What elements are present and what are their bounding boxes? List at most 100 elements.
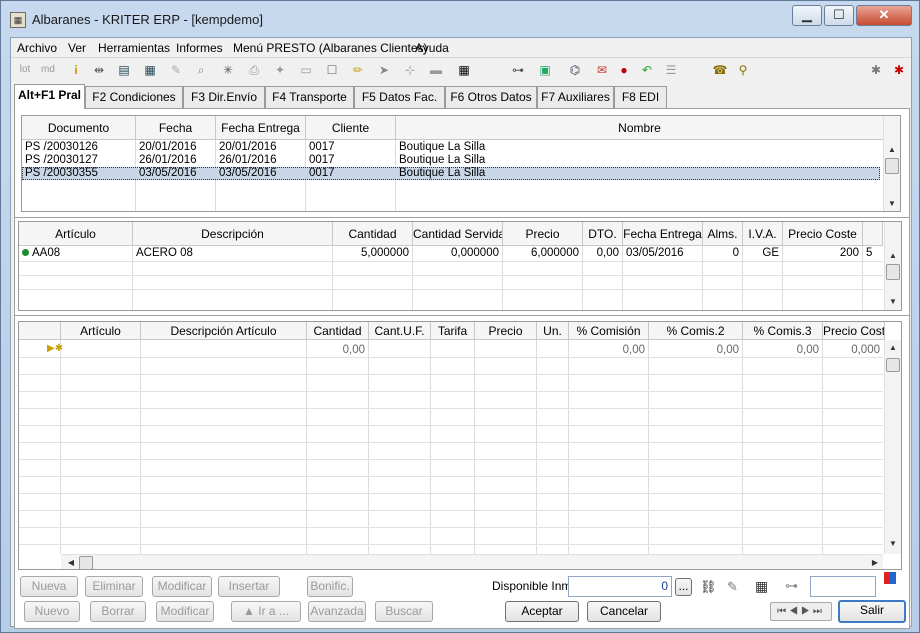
tab-pral[interactable]: Alt+F1 Pral <box>14 84 85 109</box>
scroll-up-icon[interactable]: ▲ <box>885 340 901 356</box>
minimize-icon[interactable]: ▁ <box>792 5 822 26</box>
tab-edi[interactable]: F8 EDI <box>614 86 667 108</box>
scroll-left-icon[interactable]: ◀ <box>63 555 79 569</box>
col-precio-cost[interactable]: Precio Cost <box>823 322 885 340</box>
red-dot-icon[interactable]: ● <box>615 61 633 79</box>
documents-scrollbar[interactable]: ▲ ▼ <box>883 116 900 211</box>
nuevo-button[interactable]: Nuevo <box>24 601 80 622</box>
scroll-up-icon[interactable]: ▲ <box>884 142 900 158</box>
col-comis-3[interactable]: % Comis.3 <box>743 322 823 340</box>
salir-button[interactable]: Salir <box>838 600 906 623</box>
tag-icon[interactable]: ⌬ <box>566 61 584 79</box>
close-icon[interactable]: ✕ <box>856 5 912 26</box>
pencil-icon[interactable]: ✏ <box>349 61 367 79</box>
col-dto[interactable]: DTO. <box>583 222 623 246</box>
list-icon[interactable]: ☰ <box>662 61 680 79</box>
cancelar-button[interactable]: Cancelar <box>587 601 661 622</box>
edit-icon[interactable]: ✎ <box>167 61 185 79</box>
color-icon[interactable] <box>884 572 896 584</box>
col-articulo[interactable]: Artículo <box>19 222 133 246</box>
panel-icon[interactable]: ▬ <box>427 61 445 79</box>
scroll-right-icon[interactable]: ▶ <box>867 555 883 569</box>
table-icon[interactable]: ▦ <box>455 61 473 79</box>
alert-bug-icon[interactable]: ✱ <box>890 61 908 79</box>
splitter[interactable] <box>15 217 909 219</box>
eliminar-button[interactable]: Eliminar <box>85 576 143 597</box>
tree-icon[interactable]: ⊹ <box>401 61 419 79</box>
document-icon[interactable]: ✉ <box>593 61 611 79</box>
avanzada-button[interactable]: Avanzada <box>308 601 366 622</box>
lines-scrollbar[interactable]: ▲ ▼ <box>884 222 901 310</box>
calculator-icon[interactable]: ▣ <box>536 61 554 79</box>
tab-datos-fac[interactable]: F5 Datos Fac. <box>354 86 445 108</box>
tab-otros-datos[interactable]: F6 Otros Datos <box>445 86 537 108</box>
ir-a-button[interactable]: ▲ Ir a ... <box>231 601 301 622</box>
col-precio-coste[interactable]: Precio Coste <box>783 222 863 246</box>
col-precio[interactable]: Precio <box>503 222 583 246</box>
expand-columns-icon[interactable]: ⇹ <box>90 61 108 79</box>
borrar-button[interactable]: Borrar <box>90 601 146 622</box>
disponible-field[interactable]: 0 <box>568 576 672 597</box>
col-fecha[interactable]: Fecha <box>136 116 216 140</box>
tool-icon[interactable]: ✦ <box>271 61 289 79</box>
record-navigator[interactable]: ⏮◀▶⏭ <box>770 602 832 621</box>
col-precio[interactable]: Precio <box>475 322 537 340</box>
col-cantidad-servida[interactable]: Cantidad Servida <box>413 222 503 246</box>
wand-icon[interactable]: ✎ <box>727 579 738 595</box>
col-cant-uf[interactable]: Cant.U.F. <box>369 322 431 340</box>
tab-condiciones[interactable]: F2 Condiciones <box>85 86 183 108</box>
buscar-button[interactable]: Buscar <box>375 601 433 622</box>
undo-icon[interactable]: ↶ <box>638 61 656 79</box>
menu-informes[interactable]: Informes <box>176 41 223 55</box>
col-alms[interactable]: Alms. <box>703 222 743 246</box>
menu-herramientas[interactable]: Herramientas <box>98 41 170 55</box>
scroll-down-icon[interactable]: ▼ <box>885 536 901 552</box>
md-icon[interactable]: md <box>39 61 57 79</box>
bug-icon[interactable]: ✱ <box>867 61 885 79</box>
info-icon[interactable]: i <box>67 61 85 79</box>
menu-archivo[interactable]: Archivo <box>17 41 57 55</box>
col-fecha-entrega[interactable]: Fecha Entrega <box>623 222 703 246</box>
binoculars-icon[interactable]: ⛓ <box>700 579 717 595</box>
preview-icon[interactable]: ⌕ <box>192 61 210 79</box>
scroll-up-icon[interactable]: ▲ <box>885 248 901 264</box>
col-cliente[interactable]: Cliente <box>306 116 396 140</box>
col-cantidad[interactable]: Cantidad <box>333 222 413 246</box>
tree-icon[interactable]: ⊶ <box>785 578 798 594</box>
tab-auxiliares[interactable]: F7 Auxiliares <box>537 86 614 108</box>
scroll-thumb[interactable] <box>885 158 899 174</box>
col-iva[interactable]: I.V.A. <box>743 222 783 246</box>
bonific-button[interactable]: Bonific. <box>307 576 353 597</box>
calendar-icon[interactable]: ▤ <box>115 61 133 79</box>
table-grid-icon[interactable]: ▦ <box>755 578 768 595</box>
form-icon[interactable]: ▭ <box>297 61 315 79</box>
print-icon[interactable]: ⎙ <box>245 61 263 79</box>
menu-ver[interactable]: Ver <box>68 41 86 55</box>
scroll-down-icon[interactable]: ▼ <box>884 196 900 211</box>
tab-dir-envio[interactable]: F3 Dir.Envío <box>183 86 265 108</box>
splitter[interactable] <box>15 315 909 317</box>
maximize-icon[interactable]: ☐ <box>824 5 854 26</box>
modificar-line-button[interactable]: Modificar <box>152 576 212 597</box>
scroll-down-icon[interactable]: ▼ <box>885 294 901 310</box>
forward-icon[interactable]: ➤ <box>375 61 393 79</box>
col-nombre[interactable]: Nombre <box>396 116 884 140</box>
col-descripcion-articulo[interactable]: Descripción Artículo <box>141 322 307 340</box>
insertar-button[interactable]: Insertar <box>218 576 280 597</box>
col-comision[interactable]: % Comisión <box>569 322 649 340</box>
nueva-button[interactable]: Nueva <box>20 576 78 597</box>
detail-vscrollbar[interactable]: ▲ ▼ <box>884 340 901 554</box>
lot-icon[interactable]: lot <box>16 61 34 79</box>
col-documento[interactable]: Documento <box>22 116 136 140</box>
menu-ayuda[interactable]: Ayuda <box>415 41 449 55</box>
col-comis-2[interactable]: % Comis.2 <box>649 322 743 340</box>
window-icon[interactable]: ☐ <box>323 61 341 79</box>
spark-icon[interactable]: ✳ <box>219 61 237 79</box>
col-un[interactable]: Un. <box>537 322 569 340</box>
col-fecha-entrega[interactable]: Fecha Entrega <box>216 116 306 140</box>
hscroll-thumb[interactable] <box>79 556 93 569</box>
extra-field[interactable] <box>810 576 876 597</box>
disponible-lookup-button[interactable]: ... <box>675 578 692 596</box>
hierarchy-icon[interactable]: ⊶ <box>509 61 527 79</box>
col-articulo[interactable]: Artículo <box>61 322 141 340</box>
